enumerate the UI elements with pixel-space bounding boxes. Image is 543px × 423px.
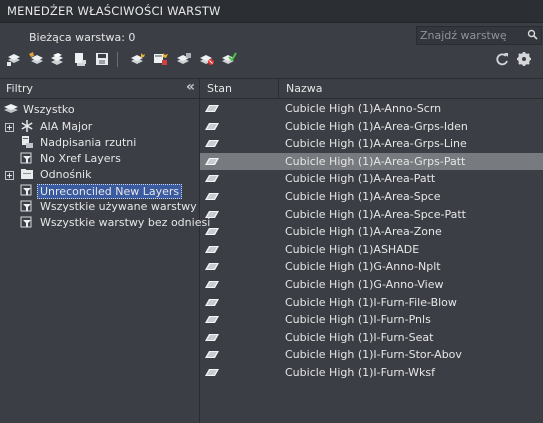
- current-layer-label: Bieżąca warstwa: 0: [29, 31, 136, 44]
- layer-name: Cubicle High (1)A-Area-Patt: [285, 172, 436, 186]
- layer-status-icon[interactable]: [205, 210, 219, 219]
- layer-row[interactable]: Cubicle High (1)I-Furn-File-Blow: [200, 294, 543, 311]
- palette-title: MENEDŻER WŁAŚCIWOŚCI WARSTW: [7, 4, 221, 18]
- filter-label: Nadpisania rzutni: [40, 136, 137, 149]
- settings-layer-icon[interactable]: [72, 51, 88, 67]
- layer-row[interactable]: Cubicle High (1)A-Anno-Scrn: [200, 100, 543, 117]
- filters-header: Filtry «: [0, 78, 199, 99]
- layer-row[interactable]: Cubicle High (1)I-Furn-Pnls: [200, 311, 543, 328]
- palette-title-bar[interactable]: MENEDŻER WŁAŚCIWOŚCI WARSTW: [0, 0, 543, 23]
- layer-row[interactable]: Cubicle High (1)A-Area-Patt: [200, 170, 543, 187]
- set-current-icon[interactable]: [199, 51, 215, 67]
- filter-icon: [20, 216, 32, 228]
- filter-label: Odnośnik: [40, 168, 92, 181]
- layers-icon: [4, 104, 18, 113]
- layer-name: Cubicle High (1)I-Furn-Stor-Abov: [285, 348, 462, 362]
- accept-icon[interactable]: [221, 51, 237, 67]
- search-input[interactable]: [420, 28, 520, 42]
- layer-status-icon[interactable]: [205, 315, 219, 324]
- layer-status-icon[interactable]: [205, 350, 219, 359]
- filters-header-label: Filtry: [6, 82, 33, 95]
- layer-status-icon[interactable]: [205, 333, 219, 342]
- filter-label: Unreconciled New Layers: [37, 184, 183, 199]
- layer-status-icon[interactable]: [205, 192, 219, 201]
- layer-row[interactable]: Cubicle High (1)I-Furn-Seat: [200, 329, 543, 346]
- layers-list-pane: Stan Nazwa Cubicle High (1)A-Anno-Scrn Cu…: [200, 78, 543, 423]
- layer-name: Cubicle High (1)I-Furn-Wksf: [285, 366, 436, 379]
- layer-status-icon[interactable]: [205, 227, 219, 236]
- column-header-name[interactable]: Nazwa: [286, 82, 322, 95]
- layer-row[interactable]: Cubicle High (1)A-Area-Zone: [200, 223, 543, 240]
- layer-name: Cubicle High (1)A-Area-Spce-Patt: [285, 207, 466, 221]
- filter-label: Wszystkie używane warstwy: [40, 200, 197, 213]
- layer-row[interactable]: Cubicle High (1)A-Area-Grps-Iden: [200, 118, 543, 135]
- filter-label: No Xref Layers: [40, 152, 121, 165]
- layer-status-icon[interactable]: [205, 280, 219, 289]
- filter-icon: [20, 184, 32, 196]
- layer-name: Cubicle High (1)I-Furn-Seat: [285, 330, 434, 344]
- column-header-status[interactable]: Stan: [207, 82, 232, 95]
- layer-name: Cubicle High (1)I-Furn-File-Blow: [285, 295, 457, 309]
- filter-label: Wszystko: [23, 103, 75, 116]
- search-icon[interactable]: [527, 29, 538, 40]
- layer-row[interactable]: Cubicle High (1)A-Area-Grps-Line: [200, 135, 543, 152]
- new-group-filter-icon[interactable]: [28, 51, 44, 67]
- layer-status-icon[interactable]: [205, 157, 219, 166]
- layer-status-icon[interactable]: [205, 368, 219, 377]
- expand-aia-major-button[interactable]: [5, 123, 14, 132]
- delete-layer-icon[interactable]: [176, 51, 192, 67]
- layer-row[interactable]: Cubicle High (1)A-Area-Spce-Patt: [200, 206, 543, 223]
- layer-status-icon[interactable]: [205, 298, 219, 307]
- save-icon[interactable]: [94, 51, 110, 67]
- refresh-icon[interactable]: [494, 51, 510, 67]
- filter-icon: [20, 200, 32, 212]
- toolbar-separator: [117, 52, 118, 67]
- layer-status-icon[interactable]: [205, 104, 219, 113]
- layer-name: Cubicle High (1)ASHADE: [285, 242, 420, 256]
- layer-row[interactable]: Cubicle High (1)A-Area-Spce: [200, 188, 543, 205]
- xref-folder-icon: [21, 169, 33, 179]
- snowflake-icon: [21, 120, 33, 132]
- layer-status-icon[interactable]: [205, 139, 219, 148]
- layer-row[interactable]: Cubicle High (1)G-Anno-View: [200, 276, 543, 293]
- layer-name: Cubicle High (1)I-Furn-Pnls: [285, 313, 431, 327]
- layer-status-icon[interactable]: [205, 245, 219, 254]
- viewport-overrides-icon: [22, 136, 33, 148]
- layer-name: Cubicle High (1)G-Anno-View: [285, 278, 444, 291]
- layer-row[interactable]: Cubicle High (1)A-Area-Grps-Patt: [200, 152, 543, 170]
- collapse-filters-button[interactable]: «: [186, 79, 195, 95]
- layer-row[interactable]: Cubicle High (1)I-Furn-Wksf: [200, 364, 543, 381]
- new-layer-icon[interactable]: [130, 51, 146, 67]
- layer-row[interactable]: Cubicle High (1)G-Anno-Nplt: [200, 258, 543, 275]
- layer-status-icon[interactable]: [205, 262, 219, 271]
- layer-toolbar: [0, 51, 543, 69]
- filter-icon: [20, 152, 32, 164]
- new-layer-vp-frozen-icon[interactable]: [153, 51, 169, 67]
- layer-name: Cubicle High (1)A-Area-Spce: [285, 190, 441, 203]
- filter-label: AIA Major: [40, 120, 93, 133]
- layer-status-icon[interactable]: [205, 174, 219, 183]
- layers-column-header: Stan Nazwa: [200, 78, 543, 99]
- layer-row[interactable]: Cubicle High (1)I-Furn-Stor-Abov: [200, 346, 543, 363]
- layer-row[interactable]: Cubicle High (1)ASHADE: [200, 241, 543, 258]
- layer-states-icon[interactable]: [49, 51, 65, 67]
- layer-name: Cubicle High (1)A-Area-Grps-Iden: [285, 119, 468, 133]
- layer-name: Cubicle High (1)A-Area-Grps-Line: [285, 137, 467, 151]
- filter-label: Wszystkie warstwy bez odniesi: [40, 216, 211, 229]
- search-box[interactable]: [416, 26, 542, 45]
- layer-name: Cubicle High (1)A-Area-Zone: [285, 225, 442, 239]
- expand-xref-button[interactable]: [5, 171, 14, 180]
- layer-name: Cubicle High (1)G-Anno-Nplt: [285, 260, 441, 274]
- filters-pane: Filtry « Wszystko AIA Major Nadpisania r…: [0, 78, 210, 423]
- new-filter-icon[interactable]: [6, 51, 22, 67]
- column-separator[interactable]: [278, 79, 279, 98]
- gear-icon[interactable]: [516, 51, 532, 67]
- layer-name: Cubicle High (1)A-Area-Grps-Patt: [285, 154, 466, 168]
- layer-status-icon[interactable]: [205, 122, 219, 131]
- layer-name: Cubicle High (1)A-Anno-Scrn: [285, 102, 442, 115]
